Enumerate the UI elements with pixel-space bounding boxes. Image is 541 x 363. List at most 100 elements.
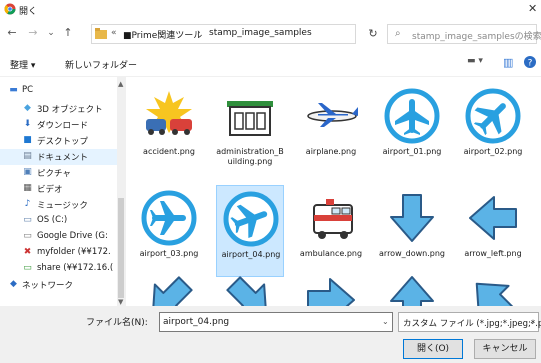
file-item[interactable]: airport_01.png — [378, 83, 446, 175]
command-toolbar: 整理 ▾ 新しいフォルダー ▬ ▾ ▥ ? — [0, 50, 541, 77]
window-title: 開く — [19, 7, 38, 17]
drive-icon: ▭ — [23, 215, 32, 225]
arrow-right-icon — [307, 278, 355, 306]
file-item[interactable]: airport_04.png — [216, 185, 284, 277]
folder-icon — [95, 28, 107, 39]
file-item[interactable]: arrow_down.png — [378, 185, 446, 277]
sidebar-item-8[interactable]: ♪ ミュージック — [0, 197, 118, 213]
file-name-label: airport_02.png — [463, 147, 523, 156]
recent-locations-chevron-icon[interactable]: ⌄ — [43, 24, 59, 42]
download-icon: ⬇ — [23, 119, 32, 129]
file-name-label: airport_03.png — [139, 249, 199, 258]
file-item[interactable]: airplane.png — [297, 83, 365, 175]
file-name-label: ambulance.png — [299, 249, 363, 258]
sidebar-item-5[interactable]: ▤ ドキュメント — [0, 149, 118, 165]
address-separator-icon[interactable]: › — [197, 28, 201, 38]
network-drive-disconnected-icon: ✖ — [23, 247, 32, 257]
airplane-icon — [307, 103, 358, 127]
open-button[interactable]: 開く(O) — [403, 339, 463, 359]
sidebar-item-label: myfolder (¥¥172. — [37, 247, 111, 257]
file-name-label: arrow_left.png — [464, 249, 522, 258]
file-name-label: administration_Building.png — [216, 147, 284, 166]
arrow-down-right-icon — [226, 276, 268, 306]
address-overflow-icon[interactable]: « — [111, 28, 117, 38]
sidebar-item-13[interactable]: ◆ ネットワーク — [0, 277, 118, 293]
organize-button[interactable]: 整理 ▾ — [10, 58, 35, 71]
sidebar-item-7[interactable]: ▦ ビデオ — [0, 181, 118, 197]
filename-label: ファイル名(N): — [86, 318, 148, 328]
file-item[interactable] — [459, 267, 527, 306]
videos-icon: ▦ — [23, 183, 32, 193]
sidebar-item-label: ミュージック — [37, 201, 88, 211]
airport-02-icon — [465, 88, 521, 144]
filename-dropdown-chevron-icon[interactable]: ⌄ — [382, 317, 389, 326]
arrow-left-icon — [469, 196, 517, 240]
search-placeholder: stamp_image_samplesの検索 — [412, 32, 541, 42]
address-segment-current[interactable]: stamp_image_samples — [209, 28, 312, 38]
filename-value[interactable]: airport_04.png — [163, 317, 229, 327]
preview-pane-icon[interactable]: ▥ — [503, 56, 513, 69]
sidebar-item-2[interactable]: ◆ 3D オブジェクト — [0, 101, 118, 117]
arrow-up-icon — [390, 276, 434, 306]
file-item[interactable]: airport_02.png — [459, 83, 527, 175]
file-item[interactable]: accident.png — [135, 83, 203, 175]
sidebar-item-label: ピクチャ — [37, 169, 71, 179]
svg-text:?: ? — [528, 59, 533, 69]
file-name-label: airport_01.png — [382, 147, 442, 156]
airport-01-icon — [384, 88, 440, 144]
file-type-value[interactable]: カスタム ファイル (*.jpg;*.jpeg;*.pn — [403, 317, 541, 329]
new-folder-button[interactable]: 新しいフォルダー — [65, 58, 137, 71]
cancel-button[interactable]: キャンセル — [474, 339, 536, 359]
scroll-up-icon[interactable]: ▲ — [118, 80, 123, 88]
sidebar-item-3[interactable]: ⬇ ダウンロード — [0, 117, 118, 133]
sidebar-item-label: PC — [22, 85, 34, 95]
up-arrow-icon[interactable]: ↑ — [60, 24, 76, 42]
file-item[interactable]: administration_Building.png — [216, 83, 284, 175]
sidebar-item-1[interactable]: ▬ PC — [0, 83, 118, 99]
scroll-down-icon[interactable]: ▼ — [118, 298, 123, 306]
filename-input[interactable]: airport_04.png ⌄ — [159, 312, 393, 332]
file-item[interactable] — [216, 267, 284, 306]
file-item[interactable]: arrow_left.png — [459, 185, 527, 277]
file-name-label: airport_04.png — [221, 250, 281, 259]
file-item[interactable] — [135, 267, 203, 306]
sidebar-item-label: ビデオ — [37, 185, 63, 195]
pc-icon: ▬ — [9, 85, 18, 95]
sidebar-item-11[interactable]: ✖ myfolder (¥¥172. — [0, 245, 118, 261]
arrow-up-left-icon — [475, 282, 517, 306]
search-icon: ⌕ — [395, 28, 401, 39]
navigation-pane-scrollbar-thumb[interactable] — [118, 198, 124, 298]
back-arrow-icon[interactable]: ← — [4, 24, 20, 42]
3d-objects-icon: ◆ — [24, 103, 31, 113]
sidebar-item-10[interactable]: ▭ Google Drive (G: — [0, 229, 118, 245]
sidebar-item-6[interactable]: ▣ ピクチャ — [0, 165, 118, 181]
sidebar-item-12[interactable]: ▭ share (¥¥172.16.( — [0, 261, 118, 277]
sidebar-item-label: OS (C:) — [37, 215, 68, 225]
sidebar-item-label: share (¥¥172.16.( — [37, 263, 114, 273]
file-name-label: arrow_down.png — [379, 249, 445, 258]
file-type-chevron-icon[interactable]: ⌄ — [529, 317, 536, 326]
refresh-icon[interactable]: ↻ — [363, 24, 383, 44]
file-type-select[interactable]: カスタム ファイル (*.jpg;*.jpeg;*.pn ⌄ — [398, 312, 541, 332]
sidebar-item-9[interactable]: ▭ OS (C:) — [0, 213, 118, 229]
address-bar[interactable]: « ■Prime関連ツール › stamp_image_samples ⌄ — [91, 24, 435, 44]
address-segment-parent[interactable]: ■Prime関連ツール — [123, 28, 202, 41]
sidebar-item-label: ダウンロード — [37, 121, 89, 131]
administration-building-icon — [227, 101, 273, 136]
arrow-down-left-icon — [151, 276, 193, 306]
sidebar-item-4[interactable]: ■ デスクトップ — [0, 133, 118, 149]
view-options-icon[interactable]: ▬ ▾ — [467, 56, 483, 66]
file-item[interactable] — [378, 267, 446, 306]
close-icon[interactable]: ✕ — [528, 2, 537, 15]
airport-03-icon — [141, 190, 197, 246]
sidebar-item-label: 3D オブジェクト — [37, 105, 103, 115]
file-item[interactable]: ambulance.png — [297, 185, 365, 277]
forward-arrow-icon[interactable]: → — [25, 24, 41, 42]
sidebar-item-label: Google Drive (G: — [37, 231, 108, 241]
help-icon[interactable]: ? — [524, 56, 536, 68]
arrow-down-icon — [390, 194, 434, 242]
file-item[interactable] — [297, 267, 365, 306]
file-item[interactable]: airport_03.png — [135, 185, 203, 277]
navigation-pane: ▬ PC ◆ 3D オブジェクト ⬇ ダウンロード ■ デスクトップ ▤ ドキュメント ▣ ピクチャ ▦… — [0, 77, 125, 306]
search-box[interactable]: ⌕ stamp_image_samplesの検索 — [387, 24, 541, 44]
